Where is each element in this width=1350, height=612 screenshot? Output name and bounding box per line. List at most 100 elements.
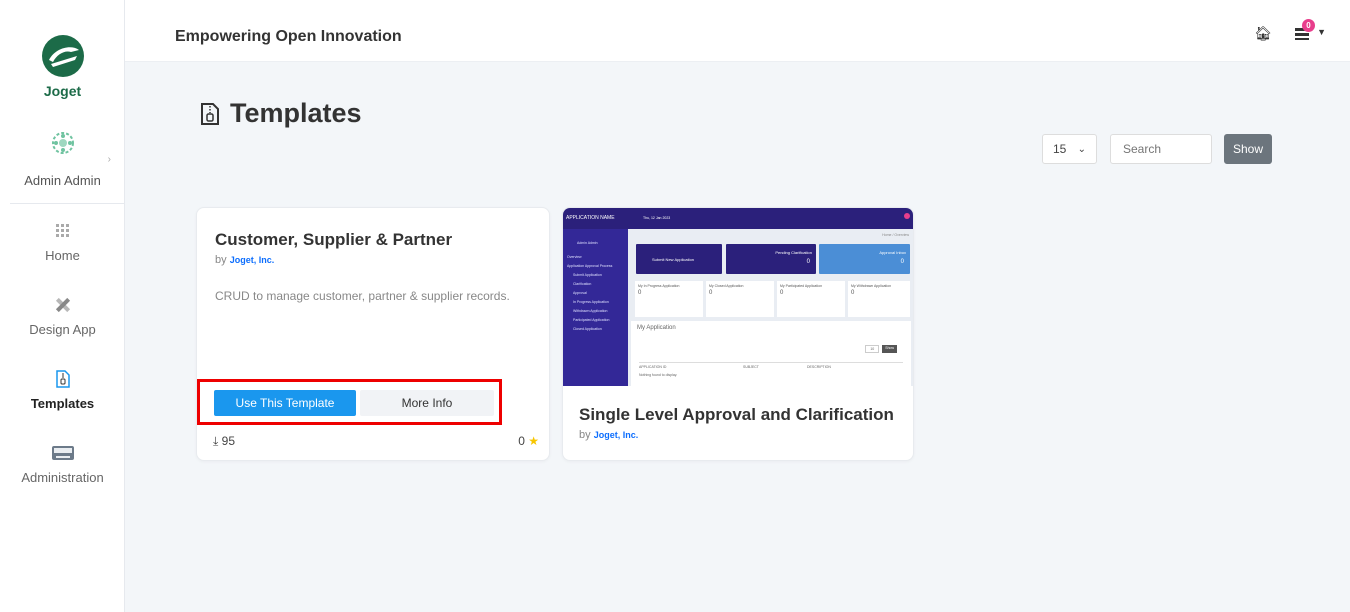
user-menu-button[interactable]: 0: [1294, 19, 1318, 43]
joget-logo-icon: [41, 35, 84, 77]
by-prefix: by: [215, 254, 227, 266]
preview-topbar: APPLICATION NAME Thu, 12 Jan 2023: [563, 208, 913, 229]
file-zipper-icon: [0, 368, 125, 390]
sidebar-item-label: Administration: [21, 470, 104, 485]
download-icon: ⤓: [213, 434, 219, 448]
preview-column: DESCRIPTION: [807, 365, 831, 369]
preview-breadcrumb: Home / Overview: [882, 233, 909, 237]
preview-menu-item: Participated Application: [573, 318, 610, 322]
preview-menu-item: Overview: [567, 255, 582, 259]
preview-menu-item: Closed Application: [573, 327, 602, 331]
preview-stat-label: My Closed Application: [709, 284, 744, 288]
preview-column: SUBJECT: [743, 365, 759, 369]
grid-icon: [0, 220, 125, 242]
notification-badge: 0: [1302, 19, 1315, 32]
author-link[interactable]: Joget, Inc.: [230, 255, 275, 265]
preview-tile: Pending Clarification 0: [726, 244, 816, 274]
download-count: ⤓ 95: [213, 434, 235, 449]
preview-tile: Submit New Application: [636, 244, 722, 274]
preview-avatar: [904, 213, 910, 219]
rating-value: 0: [518, 434, 525, 448]
preview-app-name: APPLICATION NAME: [566, 215, 615, 221]
preview-menu-item: In Progress Application: [573, 300, 609, 304]
preview-stat: My Closed Application 0: [706, 281, 774, 317]
preview-tile-count: 0: [806, 259, 810, 265]
search-input[interactable]: [1110, 134, 1212, 164]
preview-date: Thu, 12 Jan 2023: [643, 216, 671, 220]
star-icon[interactable]: ★: [528, 434, 539, 448]
preview-controls: 10 Show: [865, 345, 897, 353]
file-zipper-icon: [201, 102, 219, 125]
sidebar-item-home[interactable]: Home: [0, 220, 125, 263]
template-description: CRUD to manage customer, partner & suppl…: [215, 289, 510, 303]
by-prefix: by: [579, 429, 591, 441]
preview-tile-label: Approval Inbox: [879, 250, 906, 255]
preview-tile-label: Submit New Application: [652, 257, 695, 262]
user-profile[interactable]: › Admin Admin: [0, 132, 125, 188]
header-title: Empowering Open Innovation: [175, 28, 402, 45]
sidebar-item-templates[interactable]: Templates: [0, 368, 125, 411]
preview-show: Show: [882, 345, 897, 353]
home-icon[interactable]: 🏠︎: [1254, 25, 1272, 42]
template-card[interactable]: APPLICATION NAME Thu, 12 Jan 2023 Admin …: [562, 207, 914, 461]
template-card[interactable]: Customer, Supplier & Partner by Joget, I…: [196, 207, 550, 461]
template-actions-highlight: Use This Template More Info: [197, 379, 502, 425]
page-size-select[interactable]: 15 ⌄: [1042, 134, 1097, 164]
show-button[interactable]: Show: [1224, 134, 1272, 164]
preview-menu-item: Approval: [573, 291, 587, 295]
sidebar: Joget › Admin Admin Home Design App Temp…: [0, 0, 125, 612]
top-bar: Empowering Open Innovation 🏠︎ 0 ▼: [125, 0, 1350, 62]
keyboard-icon: [0, 442, 125, 464]
preview-stat-value: 0: [780, 290, 784, 296]
preview-user: Admin Admin: [577, 241, 598, 245]
preview-table-header: APPLICATION ID SUBJECT DESCRIPTION: [639, 362, 903, 369]
template-title: Customer, Supplier & Partner: [215, 230, 453, 249]
preview-menu-item: Submit Application: [573, 273, 602, 277]
sidebar-item-label: Design App: [29, 322, 96, 337]
preview-stat-label: My Participated Application: [780, 284, 823, 288]
preview-panel-title: My Application: [637, 325, 676, 331]
preview-stat-label: My Withdrawn Application: [851, 284, 892, 288]
use-template-button[interactable]: Use This Template: [214, 390, 356, 416]
download-value: 95: [221, 434, 236, 448]
preview-stat-value: 0: [638, 290, 642, 296]
preview-stat: My Participated Application 0: [777, 281, 845, 317]
sidebar-item-label: Templates: [30, 396, 95, 411]
page-size-value: 15: [1053, 142, 1067, 156]
preview-stat: My Withdrawn Application 0: [848, 281, 910, 317]
preview-stat-label: My In Progress Application: [638, 284, 680, 288]
preview-tile: Approval Inbox 0: [819, 244, 910, 274]
preview-empty-text: Nothing found to display.: [639, 373, 678, 377]
sidebar-item-administration[interactable]: Administration: [0, 442, 125, 485]
preview-panel: My Application 10 Show APPLICATION ID SU…: [631, 321, 911, 386]
design-tools-icon: [0, 294, 125, 316]
caret-down-icon[interactable]: ▼: [1317, 27, 1326, 37]
sidebar-item-label: Home: [45, 248, 80, 263]
chevron-right-icon: ›: [107, 154, 111, 165]
preview-stat: My In Progress Application 0: [635, 281, 703, 317]
preview-menu-item: Clarification: [573, 282, 592, 286]
preview-tile-label: Pending Clarification: [775, 250, 812, 255]
template-title: Single Level Approval and Clarification: [579, 405, 894, 424]
template-preview-image: APPLICATION NAME Thu, 12 Jan 2023 Admin …: [563, 208, 913, 386]
preview-column: APPLICATION ID: [639, 365, 667, 369]
preview-menu-item: Application Approval Process: [567, 264, 613, 268]
logo-text: Joget: [43, 83, 82, 99]
joget-logo[interactable]: Joget: [0, 34, 125, 99]
rating: 0 ★: [518, 434, 539, 448]
chevron-down-icon: ⌄: [1077, 143, 1086, 155]
preview-page-size: 10: [865, 345, 880, 353]
template-author: by Joget, Inc.: [579, 429, 909, 441]
sidebar-divider: [10, 203, 125, 204]
page-title: Templates: [200, 98, 362, 129]
sidebar-item-design-app[interactable]: Design App: [0, 294, 125, 337]
template-author: by Joget, Inc.: [215, 254, 535, 266]
more-info-button[interactable]: More Info: [360, 390, 494, 416]
user-avatar-icon: [51, 132, 74, 154]
preview-menu-item: Withdrawn Application: [573, 309, 608, 313]
profile-name: Admin Admin: [24, 173, 101, 188]
preview-stat-value: 0: [851, 290, 855, 296]
preview-sidebar: Admin Admin Overview Application Approva…: [563, 229, 628, 386]
author-link[interactable]: Joget, Inc.: [594, 430, 639, 440]
preview-stat-value: 0: [709, 290, 713, 296]
